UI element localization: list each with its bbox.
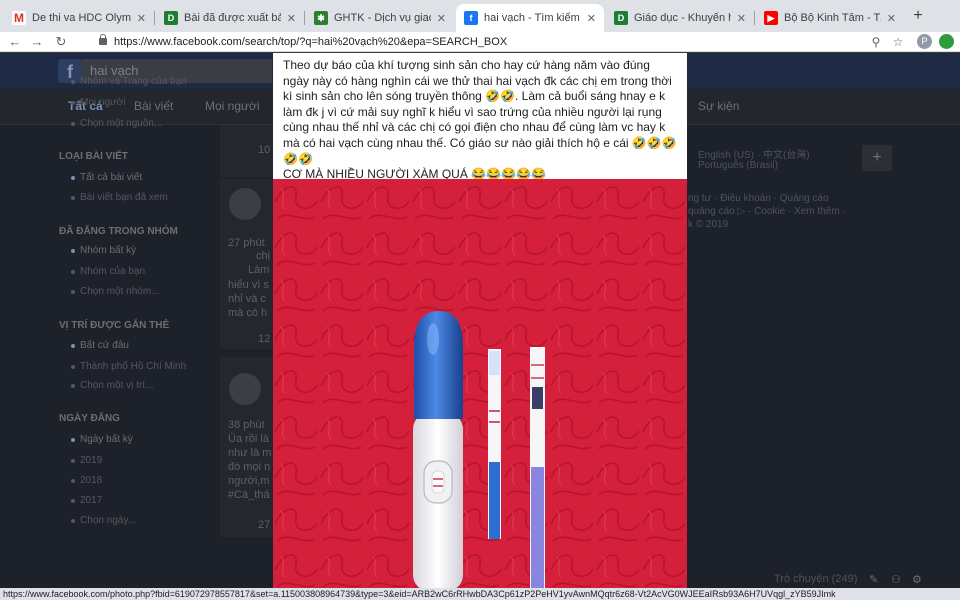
- ghtk-icon: ✱: [314, 11, 328, 25]
- tab-separator: [154, 11, 155, 25]
- feed-text: 12: [258, 333, 271, 345]
- tab-title: Giáo dục - Khuyến học: [634, 12, 731, 24]
- address-bar[interactable]: https://www.facebook.com/search/top/?q=h…: [96, 33, 856, 51]
- feed-text: 10: [258, 144, 271, 156]
- tab-title: Bộ Bộ Kinh Tâm - Tập 4 Thu: [784, 12, 881, 24]
- browser-tab[interactable]: ▶ Bộ Bộ Kinh Tâm - Tập 4 Thu ✕: [756, 4, 904, 32]
- sidebar-heading: LOẠI BÀI VIẾT: [59, 151, 128, 162]
- compose-icon[interactable]: ✎: [869, 573, 878, 586]
- close-tab-icon[interactable]: ✕: [137, 12, 146, 25]
- sidebar-filter-option[interactable]: 2019: [70, 455, 102, 466]
- zoom-icon[interactable]: ⚲: [868, 34, 884, 50]
- feed-text: như là m: [228, 447, 272, 459]
- footer-links-2[interactable]: quảng cáo ▷ · Cookie · Xem thêm ·: [688, 206, 846, 217]
- close-tab-icon[interactable]: ✕: [887, 12, 896, 25]
- url-text: https://www.facebook.com/search/top/?q=h…: [114, 36, 508, 48]
- tab-title: De thi va HDC Olympic THCS: [32, 12, 131, 24]
- sidebar-filter-option[interactable]: Bài viết bạn đã xem: [71, 192, 168, 203]
- close-tab-icon[interactable]: ✕: [437, 12, 446, 25]
- back-icon[interactable]: ←: [6, 33, 24, 51]
- browser-tab[interactable]: ✱ GHTK - Dịch vụ giao hàng tiế ✕: [306, 4, 454, 32]
- sidebar-filter-option[interactable]: Nhóm của bạn: [70, 266, 145, 277]
- avatar: [229, 373, 261, 405]
- browser-tab[interactable]: D Giáo dục - Khuyến học ✕: [606, 4, 754, 32]
- footer-links[interactable]: ng tư · Điều khoản · Quảng cáo: [688, 193, 829, 204]
- feed-text: mà có h: [228, 307, 268, 319]
- tab-title: Bài đã được xuất bản - DAN: [184, 12, 281, 24]
- feed-text: 38 phút: [228, 419, 265, 431]
- profile-avatar[interactable]: P: [917, 34, 932, 49]
- close-tab-icon[interactable]: ✕: [737, 12, 746, 25]
- facebook-icon: f: [464, 11, 478, 25]
- chat-label: Trò chuyện (249): [774, 573, 858, 585]
- sidebar-filter-option[interactable]: Chọn một nhóm...: [70, 286, 159, 297]
- close-tab-icon[interactable]: ✕: [287, 12, 296, 25]
- sidebar-filter-option[interactable]: Thành phố Hồ Chí Minh: [70, 361, 186, 372]
- photo-viewer: Theo dự báo của khí tượng sinh sản cho h…: [273, 53, 687, 588]
- sidebar-filter-option[interactable]: 2017: [70, 495, 102, 506]
- post-photo[interactable]: [273, 179, 687, 588]
- close-tab-icon[interactable]: ✕: [587, 12, 596, 25]
- feed-text: 27 phút: [228, 237, 265, 249]
- tab-title: hai vạch - Tìm kiếm trên Face: [484, 12, 581, 24]
- browser-tab-bar: M De thi va HDC Olympic THCS ✕ D Bài đã được…: [0, 0, 960, 32]
- extension-icon[interactable]: [939, 34, 954, 49]
- d-logo-icon: D: [614, 11, 628, 25]
- sidebar-filter-option[interactable]: Chọn một vị trí...: [70, 380, 153, 391]
- browser-tab[interactable]: D Bài đã được xuất bản - DAN ✕: [156, 4, 304, 32]
- page-content: f hai vạch Tất cả Bài viết Mọi người Sự …: [0, 53, 960, 588]
- bookmark-star-icon[interactable]: ☆: [890, 34, 906, 50]
- sidebar-filter-option[interactable]: 2018: [70, 475, 102, 486]
- forward-icon[interactable]: →: [28, 33, 46, 51]
- post-caption: Theo dự báo của khí tượng sinh sản cho h…: [273, 53, 687, 181]
- sidebar-filter-option[interactable]: Chọn ngày...: [71, 515, 136, 526]
- sidebar-heading: NGÀY ĐĂNG: [59, 413, 120, 424]
- facebook-logo-icon[interactable]: f: [58, 59, 82, 83]
- sidebar-heading: VỊ TRÍ ĐƯỢC GẮN THẺ: [59, 320, 170, 331]
- feed-text: Làm: [248, 264, 270, 276]
- people-icon[interactable]: ⚇: [891, 573, 901, 586]
- browser-tab[interactable]: M De thi va HDC Olympic THCS ✕: [4, 4, 154, 32]
- avatar: [229, 188, 261, 220]
- browser-toolbar: ← → ↻ https://www.facebook.com/search/to…: [0, 32, 960, 52]
- feed-text: #Cá_thá: [228, 489, 270, 501]
- tab-separator: [304, 11, 305, 25]
- sidebar-filter-option[interactable]: Tất cả bài viết: [70, 172, 142, 183]
- sidebar-heading: ĐÃ ĐĂNG TRONG NHÓM: [59, 226, 178, 237]
- feed-text: đó mọi n: [228, 461, 271, 473]
- add-language-button[interactable]: +: [862, 145, 892, 171]
- tab-events[interactable]: Sự kiện: [698, 99, 739, 113]
- gmail-icon: M: [12, 11, 26, 25]
- feed-text: hiểu vì s: [228, 279, 269, 291]
- feed-text: người,m: [228, 475, 270, 487]
- browser-tab[interactable]: f hai vạch - Tìm kiếm trên Face ✕: [456, 4, 604, 32]
- reload-icon[interactable]: ↻: [52, 33, 70, 51]
- sidebar-filter-option[interactable]: Mọi người: [71, 97, 126, 108]
- feed-text: 27: [258, 519, 271, 531]
- language-link-portuguese[interactable]: Português (Brasil): [698, 160, 778, 171]
- chat-bar[interactable]: Trò chuyện (249) ✎ ⚇ ⚙: [742, 573, 960, 588]
- d-logo-icon: D: [164, 11, 178, 25]
- tab-separator: [754, 11, 755, 25]
- language-links[interactable]: English (US) · 中文(台灣): [698, 146, 810, 161]
- copyright-text: k © 2019: [688, 219, 729, 230]
- sidebar-filter-option[interactable]: Chọn một nguồn...: [70, 118, 162, 129]
- new-tab-button[interactable]: +: [908, 6, 928, 26]
- tab-posts[interactable]: Bài viết: [134, 99, 173, 113]
- youtube-icon: ▶: [764, 11, 778, 25]
- pregnancy-tests-photo: [273, 179, 687, 588]
- sidebar-filter-option[interactable]: Nhóm và Trang của bạn: [71, 76, 187, 87]
- feed-card: [220, 125, 280, 177]
- settings-gear-icon[interactable]: ⚙: [912, 573, 922, 586]
- sidebar-filter-option[interactable]: Nhóm bất kỳ: [70, 245, 136, 256]
- status-bar: https://www.facebook.com/photo.php?fbid=…: [0, 588, 960, 600]
- feed-text: nhỉ và c: [228, 293, 266, 305]
- sidebar-filter-option[interactable]: Bất cứ đâu: [71, 340, 129, 351]
- tab-title: GHTK - Dịch vụ giao hàng tiế: [334, 12, 431, 24]
- tab-people[interactable]: Mọi người: [205, 99, 260, 113]
- lock-icon: [99, 34, 107, 45]
- caption-text: Theo dự báo của khí tượng sinh sản cho h…: [283, 58, 677, 166]
- feed-text: Ùa rồi là: [228, 433, 269, 445]
- sidebar-filter-option[interactable]: Ngày bất kỳ: [71, 434, 133, 445]
